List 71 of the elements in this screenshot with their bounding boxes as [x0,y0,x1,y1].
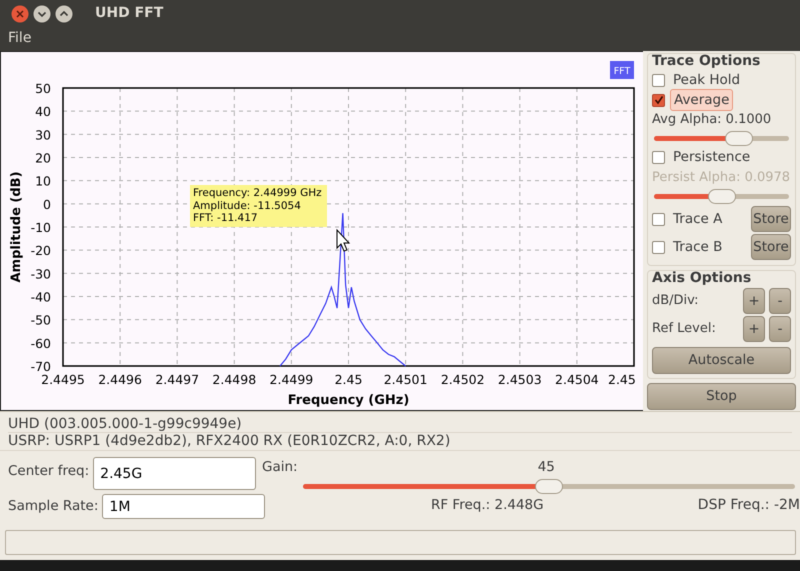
alpha-slider[interactable] [652,130,791,148]
y-tick-label: -30 [30,266,51,282]
x-tick-label: 2.4503 [498,372,542,387]
y-tick-label: 30 [35,127,51,142]
y-tick-label: 40 [35,104,51,120]
x-tick-label: 2.4504 [555,372,599,387]
x-tick-label: 2.4498 [212,372,256,387]
gain-value: 45 [538,458,555,477]
option-label: dB/Div: [652,292,699,310]
slider-label: Avg Alpha: 0.1000 [652,111,772,129]
option-label: Trace B [673,238,722,257]
center-freq-field[interactable]: 2.45G [93,457,256,490]
x-tick-label: 2.45 [334,372,362,387]
checkbox[interactable] [652,94,665,106]
y-axis-title: Amplitude (dB) [9,171,24,283]
legend-badge: FFT [610,61,634,79]
close-icon[interactable] [11,4,29,22]
y-tick-label: -60 [30,336,51,351]
gain-slider[interactable] [301,477,797,496]
x-tick-label: 2.45 [608,372,636,387]
cursor-icon [336,228,350,252]
autoscale-button[interactable]: Autoscale [652,347,791,374]
x-tick-label: 2.4496 [98,372,142,387]
option-label: Persistence [673,148,750,168]
x-tick-label: 2.4495 [41,372,85,387]
checkbox[interactable] [652,151,665,164]
alpha-slider[interactable] [652,187,791,205]
device-label: USRP: USRP1 (4d9e2db2), RFX2400 RX (E0R10ZCR2, A:0, RX2) [8,432,792,450]
checkbox[interactable] [652,74,665,86]
option-label: Peak Hold [673,70,740,90]
step-button[interactable]: + [743,288,765,314]
y-tick-label: -10 [30,220,51,235]
option-label: Trace A [673,210,722,229]
store-button[interactable]: Store [751,206,791,232]
checkbox[interactable] [652,240,665,254]
y-tick-label: -70 [30,359,51,374]
step-button[interactable]: - [769,288,791,314]
data-tooltip: Frequency: 2.44999 GHz Amplitude: -11.5054 FFT: -11.417 [190,185,327,226]
store-button[interactable]: Store [751,234,791,260]
x-tick-label: 2.4497 [155,372,200,387]
stop-button[interactable]: Stop [647,383,796,410]
step-button[interactable]: + [743,316,765,342]
y-tick-label: 0 [43,196,51,212]
window-title: UHD FFT [95,4,164,23]
option-label: Average [670,88,734,112]
version-label: UHD (003.005.000-1-g99c9949e) [8,416,243,432]
minimize-icon[interactable] [33,4,51,22]
y-tick-label: 50 [35,81,51,96]
group-title: Trace Options [652,53,762,70]
field-label: Center freq: [8,462,90,481]
field-label: Sample Rate: [8,497,98,516]
y-tick-label: -50 [30,312,51,328]
maximize-icon[interactable] [55,4,73,22]
rf-freq-label: RF Freq.: 2.448G [431,496,544,516]
step-button[interactable]: - [769,316,791,342]
checkbox[interactable] [652,212,665,226]
y-tick-label: -20 [30,243,51,258]
option-label: Ref Level: [652,320,716,338]
x-axis-title: Frequency (GHz) [288,393,410,408]
gain-label: Gain: [262,458,298,477]
x-tick-label: 2.4499 [270,372,314,387]
y-tick-label: 10 [35,174,51,189]
slider-label: Persist Alpha: 0.0978 [652,168,791,186]
x-tick-label: 2.4502 [440,372,485,387]
group-title: Axis Options [652,270,752,287]
y-tick-label: 20 [35,150,51,166]
dsp-freq-label: DSP Freq.: -2M [698,496,800,516]
y-tick-label: -40 [30,290,51,304]
menu-item[interactable]: File [8,30,32,46]
x-tick-label: 2.4501 [384,372,428,387]
sample-rate-field[interactable]: 1M [102,494,266,519]
